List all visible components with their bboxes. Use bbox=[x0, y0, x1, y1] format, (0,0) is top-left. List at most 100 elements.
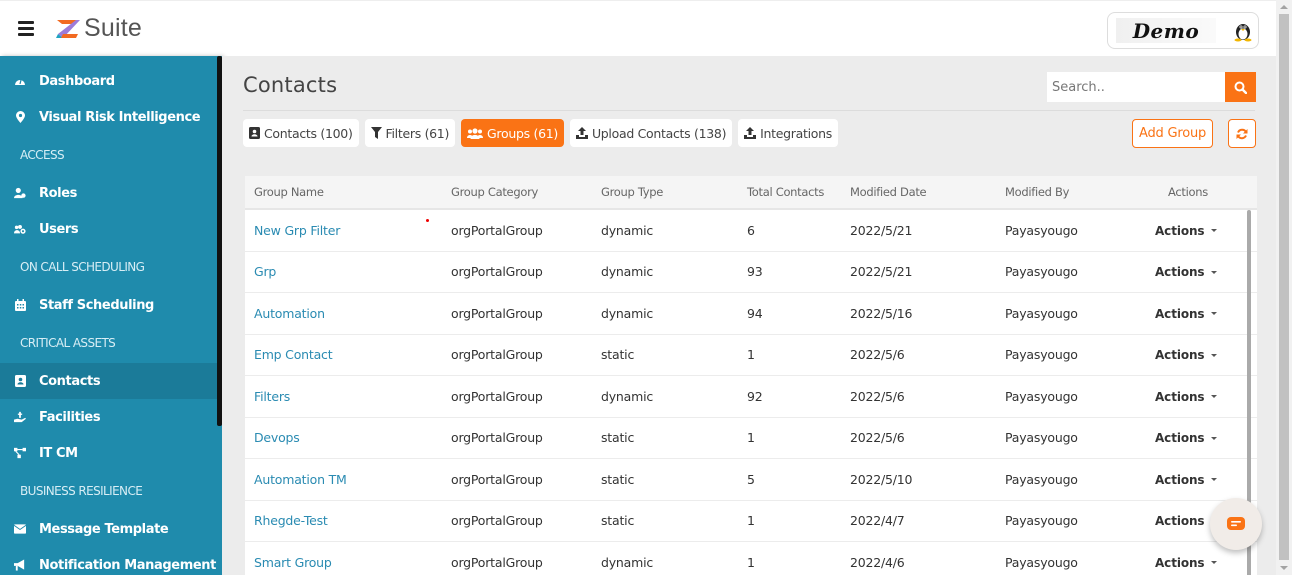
group-type-cell: static bbox=[601, 513, 635, 529]
scroll-down-arrow-icon[interactable] bbox=[1280, 566, 1288, 570]
group-category-cell: orgPortalGroup bbox=[451, 555, 601, 570]
group-type-cell: dynamic bbox=[601, 306, 747, 321]
refresh-button[interactable] bbox=[1228, 119, 1256, 148]
total-contacts-cell: 1 bbox=[747, 430, 755, 446]
modified-by-cell: Payasyougo bbox=[1005, 305, 1078, 321]
column-header-total-contacts[interactable]: Total Contacts bbox=[747, 185, 850, 199]
upload-icon bbox=[744, 127, 757, 139]
sidebar-item-contacts[interactable]: Contacts bbox=[0, 363, 222, 399]
sidebar-item-users[interactable]: Users bbox=[0, 211, 222, 247]
total-contacts-cell: 1 bbox=[747, 430, 850, 445]
sidebar-item-staff-scheduling[interactable]: Staff Scheduling bbox=[0, 287, 222, 323]
page-scrollbar[interactable] bbox=[1276, 0, 1292, 575]
actions-dropdown[interactable]: Actions bbox=[1155, 223, 1218, 238]
actions-dropdown[interactable]: Actions bbox=[1155, 265, 1218, 279]
sidebar-item-roles[interactable]: Roles bbox=[0, 175, 222, 211]
table-row: Grp orgPortalGroup dynamic 93 2022/5/21 Payas… bbox=[245, 252, 1257, 293]
hamburger-menu-icon[interactable] bbox=[18, 21, 34, 36]
group-name-cell: Rhegde-Test bbox=[245, 513, 451, 528]
app-logo[interactable]: Suite bbox=[54, 14, 142, 43]
page-scrollbar-thumb[interactable] bbox=[1279, 14, 1289, 560]
actions-dropdown[interactable]: Actions bbox=[1155, 473, 1218, 487]
group-type-cell: dynamic bbox=[601, 264, 747, 279]
actions-dropdown[interactable]: Actions bbox=[1155, 514, 1218, 528]
tab-groups[interactable]: Groups (61) bbox=[461, 119, 564, 147]
group-name-link[interactable]: New Grp Filter bbox=[254, 223, 340, 238]
sidebar-item-it-cm[interactable]: IT CM bbox=[0, 435, 222, 471]
table-row: Smart Group orgPortalGroup dynamic 1 2022/4/… bbox=[245, 542, 1257, 575]
caret-down-icon bbox=[1211, 478, 1218, 482]
group-name-link[interactable]: Automation TM bbox=[254, 472, 347, 487]
group-type-cell: dynamic bbox=[601, 555, 747, 570]
search-input[interactable] bbox=[1047, 72, 1225, 102]
sidebar-section-critical-assets: CRITICAL ASSETS bbox=[20, 336, 116, 350]
group-category-cell: orgPortalGroup bbox=[451, 472, 601, 487]
sidebar-item-dashboard[interactable]: Dashboard bbox=[0, 63, 222, 99]
search-button[interactable] bbox=[1225, 72, 1256, 102]
group-type-cell: dynamic bbox=[601, 264, 654, 280]
caret-down-icon bbox=[1211, 395, 1218, 399]
modified-date-cell: 2022/4/7 bbox=[850, 513, 1005, 528]
table-row: Automation TM orgPortalGroup static 5 2022/5… bbox=[245, 459, 1257, 501]
actions-dropdown[interactable]: Actions bbox=[1155, 348, 1218, 362]
profile-menu[interactable]: Demo bbox=[1107, 12, 1259, 49]
actions-dropdown[interactable]: Actions bbox=[1155, 431, 1218, 445]
add-group-button[interactable]: Add Group bbox=[1132, 119, 1214, 148]
column-header-modified-date[interactable]: Modified Date bbox=[850, 185, 1005, 199]
group-name-link[interactable]: Filters bbox=[254, 389, 290, 404]
sidebar-item-notification-management[interactable]: Notification Management bbox=[0, 547, 222, 575]
group-name-link[interactable]: Devops bbox=[254, 430, 300, 445]
tab-integrations[interactable]: Integrations bbox=[738, 119, 838, 147]
column-header-group-name[interactable]: Group Name bbox=[245, 185, 451, 199]
actions-cell: Actions bbox=[1155, 555, 1245, 570]
group-name-link[interactable]: Rhegde-Test bbox=[254, 513, 328, 528]
actions-label: Actions bbox=[1155, 223, 1205, 238]
sidebar-section-access: ACCESS bbox=[20, 148, 65, 162]
group-type-cell: static bbox=[601, 347, 635, 363]
chat-widget-button[interactable] bbox=[1210, 498, 1262, 550]
modified-by-cell: Payasyougo bbox=[1005, 472, 1155, 487]
total-contacts-cell: 93 bbox=[747, 264, 850, 279]
actions-dropdown[interactable]: Actions bbox=[1155, 390, 1218, 404]
app-name: Suite bbox=[84, 14, 142, 42]
user-role-icon bbox=[14, 187, 26, 199]
sidebar-item-facilities[interactable]: Facilities bbox=[0, 399, 222, 435]
group-name-link[interactable]: Emp Contact bbox=[254, 347, 333, 362]
table-row: Devops orgPortalGroup static 1 2022/5/6 Payas… bbox=[245, 418, 1257, 459]
total-contacts-cell: 1 bbox=[747, 347, 850, 362]
group-type-cell: dynamic bbox=[601, 222, 654, 238]
sidebar: Dashboard Visual Risk Intelligence ACCES… bbox=[0, 56, 222, 575]
total-contacts-cell: 1 bbox=[747, 554, 755, 570]
group-name-cell: Automation bbox=[245, 306, 451, 321]
group-name-link[interactable]: Grp bbox=[254, 264, 276, 279]
modified-date-cell: 2022/5/6 bbox=[850, 389, 1005, 404]
column-header-group-type[interactable]: Group Type bbox=[601, 185, 747, 199]
modified-date-cell: 2022/5/6 bbox=[850, 430, 1005, 445]
actions-dropdown[interactable]: Actions bbox=[1155, 556, 1218, 570]
search-bar bbox=[1047, 72, 1256, 102]
upload-icon bbox=[575, 127, 588, 139]
actions-cell: Actions bbox=[1155, 223, 1245, 238]
search-icon bbox=[1234, 81, 1247, 94]
group-name-link[interactable]: Automation bbox=[254, 306, 325, 321]
group-name-link[interactable]: Smart Group bbox=[254, 555, 332, 570]
table-header: Group Name Group Category Group Type Tot… bbox=[245, 176, 1257, 210]
total-contacts-cell: 6 bbox=[747, 223, 850, 238]
group-type-cell: static bbox=[601, 513, 747, 528]
column-header-group-category[interactable]: Group Category bbox=[451, 185, 601, 199]
scroll-up-arrow-icon[interactable] bbox=[1280, 5, 1288, 9]
actions-cell: Actions bbox=[1155, 389, 1245, 404]
tab-upload-contacts[interactable]: Upload Contacts (138) bbox=[569, 119, 733, 147]
tab-contacts[interactable]: Contacts (100) bbox=[243, 119, 359, 147]
sidebar-item-visual-risk-intelligence[interactable]: Visual Risk Intelligence bbox=[0, 99, 222, 135]
table-row: New Grp Filter orgPortalGroup dynamic 6 2022… bbox=[245, 210, 1257, 252]
tab-filters[interactable]: Filters (61) bbox=[364, 119, 456, 147]
caret-down-icon bbox=[1211, 270, 1218, 274]
sidebar-item-message-template[interactable]: Message Template bbox=[0, 511, 222, 547]
group-type-cell: static bbox=[601, 430, 747, 445]
modified-date-cell: 2022/5/10 bbox=[850, 472, 1005, 487]
column-header-modified-by[interactable]: Modified By bbox=[1005, 185, 1155, 199]
actions-dropdown[interactable]: Actions bbox=[1155, 307, 1218, 321]
modified-date-cell: 2022/4/6 bbox=[850, 554, 905, 570]
contacts-tabs: Contacts (100) Filters (61) Groups (61) … bbox=[243, 119, 843, 147]
